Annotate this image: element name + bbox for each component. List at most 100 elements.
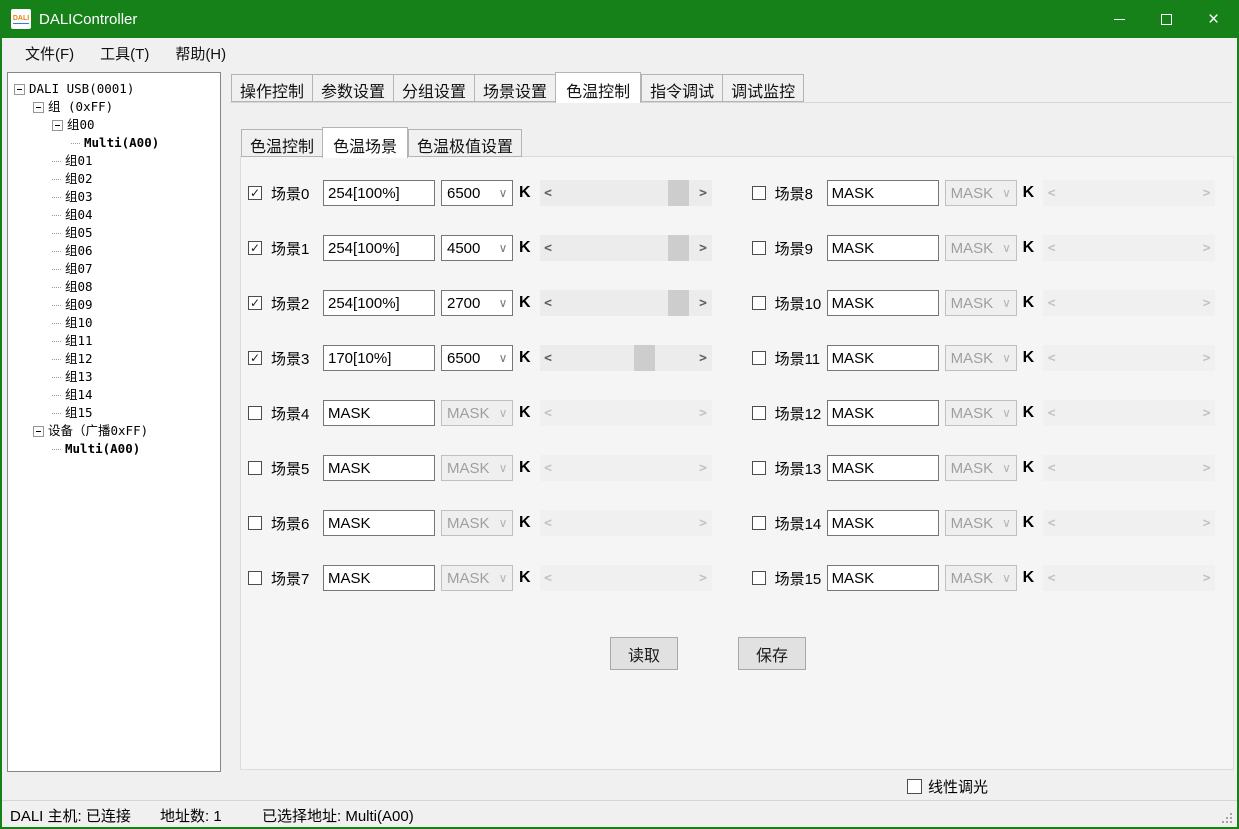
tree-item[interactable]: 组07 <box>8 260 220 278</box>
scene-level-input[interactable] <box>323 290 435 316</box>
scene-checkbox[interactable] <box>752 241 766 255</box>
scene-level-input[interactable] <box>323 235 435 261</box>
tab-color-temp-control[interactable]: 色温控制 <box>555 72 641 103</box>
scroll-right-icon[interactable]: > <box>1198 510 1215 536</box>
scene-checkbox[interactable]: ✓ <box>248 186 262 200</box>
scrollbar-track[interactable] <box>557 290 695 316</box>
scene-checkbox[interactable] <box>752 461 766 475</box>
tree-item[interactable]: 组06 <box>8 242 220 260</box>
scene-checkbox[interactable] <box>248 516 262 530</box>
tab-parameter-settings[interactable]: 参数设置 <box>312 74 393 102</box>
scroll-left-icon[interactable]: < <box>1043 345 1060 371</box>
scrollbar-track[interactable] <box>557 510 695 536</box>
scene-checkbox[interactable]: ✓ <box>248 296 262 310</box>
scene-checkbox[interactable] <box>752 186 766 200</box>
scroll-right-icon[interactable]: > <box>1198 235 1215 261</box>
scene-level-scrollbar[interactable]: < > <box>1043 510 1215 536</box>
scene-level-scrollbar[interactable]: < > <box>1043 235 1215 261</box>
scene-level-input[interactable] <box>323 180 435 206</box>
scene-level-input[interactable] <box>827 345 939 371</box>
tab-scene-settings[interactable]: 场景设置 <box>474 74 555 102</box>
scene-cct-select[interactable]: MASK ∨ <box>945 180 1017 206</box>
tree-item[interactable]: 组09 <box>8 296 220 314</box>
tree-item[interactable]: 组04 <box>8 206 220 224</box>
scroll-left-icon[interactable]: < <box>540 235 557 261</box>
scene-level-input[interactable] <box>827 565 939 591</box>
scene-level-input[interactable] <box>323 455 435 481</box>
tree-item[interactable]: 组13 <box>8 368 220 386</box>
scroll-left-icon[interactable]: < <box>540 510 557 536</box>
scrollbar-track[interactable] <box>557 345 695 371</box>
tree-collapse-icon[interactable] <box>52 120 63 131</box>
scene-checkbox[interactable]: ✓ <box>248 351 262 365</box>
resize-grip-icon[interactable] <box>1230 821 1232 823</box>
scroll-right-icon[interactable]: > <box>695 565 712 591</box>
tree-item[interactable]: 组12 <box>8 350 220 368</box>
scene-checkbox[interactable] <box>752 571 766 585</box>
scroll-left-icon[interactable]: < <box>540 290 557 316</box>
tree-item[interactable]: 组11 <box>8 332 220 350</box>
minimize-button[interactable] <box>1096 0 1143 38</box>
scene-checkbox[interactable] <box>752 516 766 530</box>
scene-checkbox[interactable] <box>248 571 262 585</box>
tree-item[interactable]: 组15 <box>8 404 220 422</box>
scroll-right-icon[interactable]: > <box>1198 345 1215 371</box>
scrollbar-thumb[interactable] <box>668 290 689 316</box>
scene-level-scrollbar[interactable]: < > <box>1043 455 1215 481</box>
subtab-color-temp-limits[interactable]: 色温极值设置 <box>408 129 522 157</box>
scene-cct-select[interactable]: MASK ∨ <box>945 455 1017 481</box>
scene-level-scrollbar[interactable]: < > <box>540 235 712 261</box>
scene-cct-select[interactable]: MASK ∨ <box>441 565 513 591</box>
scene-cct-select[interactable]: MASK ∨ <box>945 345 1017 371</box>
scroll-left-icon[interactable]: < <box>540 455 557 481</box>
scene-cct-select[interactable]: MASK ∨ <box>945 565 1017 591</box>
menu-file[interactable]: 文件(F) <box>16 39 83 68</box>
tree-item[interactable]: 组10 <box>8 314 220 332</box>
scene-cct-select[interactable]: MASK ∨ <box>945 290 1017 316</box>
scene-level-scrollbar[interactable]: < > <box>1043 345 1215 371</box>
scrollbar-track[interactable] <box>557 565 695 591</box>
close-button[interactable]: × <box>1190 0 1237 38</box>
scrollbar-track[interactable] <box>1060 180 1198 206</box>
scrollbar-track[interactable] <box>557 400 695 426</box>
scroll-right-icon[interactable]: > <box>1198 565 1215 591</box>
tab-grouping-settings[interactable]: 分组设置 <box>393 74 474 102</box>
scroll-left-icon[interactable]: < <box>1043 180 1060 206</box>
scene-level-scrollbar[interactable]: < > <box>1043 290 1215 316</box>
scroll-right-icon[interactable]: > <box>695 290 712 316</box>
scroll-right-icon[interactable]: > <box>695 235 712 261</box>
scrollbar-track[interactable] <box>1060 565 1198 591</box>
scene-level-input[interactable] <box>323 400 435 426</box>
tree-collapse-icon[interactable] <box>14 84 25 95</box>
scene-level-scrollbar[interactable]: < > <box>540 455 712 481</box>
scene-level-input[interactable] <box>827 180 939 206</box>
scrollbar-track[interactable] <box>1060 235 1198 261</box>
tab-debug-monitor[interactable]: 调试监控 <box>722 74 804 102</box>
scene-level-scrollbar[interactable]: < > <box>540 290 712 316</box>
maximize-button[interactable] <box>1143 0 1190 38</box>
tree-item[interactable]: 组02 <box>8 170 220 188</box>
tree-item[interactable]: Multi(A00) <box>8 440 220 458</box>
scene-cct-select[interactable]: MASK ∨ <box>945 510 1017 536</box>
scene-level-scrollbar[interactable]: < > <box>540 400 712 426</box>
tree-item[interactable]: 组 (0xFF) <box>8 98 220 116</box>
tab-operation-control[interactable]: 操作控制 <box>231 74 312 102</box>
tree-item[interactable]: 组14 <box>8 386 220 404</box>
scroll-right-icon[interactable]: > <box>1198 455 1215 481</box>
save-button[interactable]: 保存 <box>738 637 806 670</box>
scene-level-scrollbar[interactable]: < > <box>540 180 712 206</box>
tree-item[interactable]: Multi(A00) <box>8 134 220 152</box>
scene-level-input[interactable] <box>827 455 939 481</box>
tree-item[interactable]: 组00 <box>8 116 220 134</box>
scroll-left-icon[interactable]: < <box>1043 510 1060 536</box>
scrollbar-thumb[interactable] <box>668 235 689 261</box>
scene-level-input[interactable] <box>827 290 939 316</box>
scene-level-input[interactable] <box>827 235 939 261</box>
scroll-left-icon[interactable]: < <box>540 400 557 426</box>
scene-cct-select[interactable]: MASK ∨ <box>441 455 513 481</box>
scrollbar-track[interactable] <box>557 180 695 206</box>
tree-item[interactable]: 组03 <box>8 188 220 206</box>
tree-item[interactable]: 设备（广播0xFF) <box>8 422 220 440</box>
scrollbar-thumb[interactable] <box>668 180 689 206</box>
scrollbar-track[interactable] <box>1060 290 1198 316</box>
